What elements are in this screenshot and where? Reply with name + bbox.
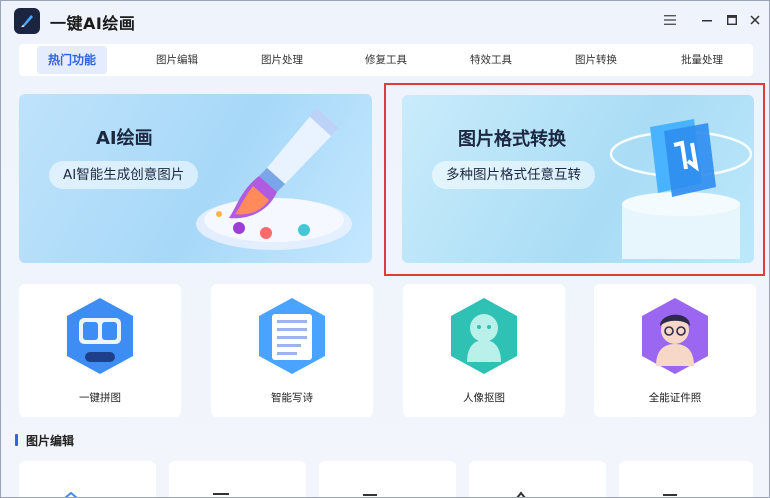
menu-icon[interactable] <box>661 11 679 29</box>
ai-drawing-banner[interactable]: AI绘画 AI智能生成创意图片 <box>19 94 372 263</box>
tab-batch-process[interactable]: 批量处理 <box>667 44 737 76</box>
feature-card-id-photo[interactable]: 全能证件照 <box>594 284 756 417</box>
feature-card-collage[interactable]: 一键拼图 <box>19 284 181 417</box>
poem-icon <box>255 296 329 376</box>
feature-label: 人像抠图 <box>463 392 505 404</box>
tab-hot-features[interactable]: 热门功能 <box>37 46 107 74</box>
tool-icon <box>516 491 526 497</box>
tab-image-edit[interactable]: 图片编辑 <box>142 44 212 76</box>
tab-effect-tools[interactable]: 特效工具 <box>456 44 526 76</box>
app-logo-icon <box>14 8 40 34</box>
tool-icon <box>663 494 677 496</box>
feature-label: 全能证件照 <box>648 392 702 404</box>
minimize-icon[interactable] <box>698 11 716 29</box>
format-banner-title: 图片格式转换 <box>458 129 566 150</box>
format-convert-icon <box>609 119 752 259</box>
portrait-cutout-icon <box>447 296 521 376</box>
section-header: 图片编辑 <box>15 433 75 448</box>
tab-repair-tools[interactable]: 修复工具 <box>351 44 421 76</box>
app-title: 一键AI绘画 <box>50 14 136 33</box>
feature-label: 一键拼图 <box>79 392 121 404</box>
tab-bar: 热门功能 图片编辑 图片处理 修复工具 特效工具 图片转换 批量处理 <box>19 44 753 76</box>
close-icon[interactable] <box>746 11 764 29</box>
format-convert-banner[interactable]: 图片格式转换 多种图片格式任意互转 <box>402 95 754 263</box>
feature-card-poem[interactable]: 智能写诗 <box>211 284 373 417</box>
tool-card[interactable] <box>619 461 753 497</box>
app-window: 一键AI绘画 热门功能 图片编辑 图片处理 修复工具 特效工具 图片转换 批量处… <box>0 0 770 498</box>
tool-icon <box>363 494 377 496</box>
collage-icon <box>63 296 137 376</box>
ai-banner-title: AI绘画 <box>96 128 153 149</box>
tool-card[interactable] <box>469 461 606 497</box>
id-photo-icon <box>638 296 712 376</box>
maximize-icon[interactable] <box>723 11 741 29</box>
section-title: 图片编辑 <box>26 433 75 448</box>
ai-banner-subtitle: AI智能生成创意图片 <box>49 161 199 189</box>
format-banner-subtitle: 多种图片格式任意互转 <box>432 161 595 189</box>
paintbrush-palette-icon <box>196 108 352 250</box>
tool-card[interactable] <box>19 461 156 497</box>
title-bar: 一键AI绘画 <box>1 1 769 39</box>
tab-image-convert[interactable]: 图片转换 <box>561 44 631 76</box>
tool-card[interactable] <box>169 461 306 497</box>
tool-icon <box>213 493 229 495</box>
section-accent-bar <box>15 434 18 446</box>
tool-card[interactable] <box>319 461 456 497</box>
feature-label: 智能写诗 <box>271 392 313 404</box>
feature-card-portrait-cutout[interactable]: 人像抠图 <box>403 284 565 417</box>
tool-icon <box>64 491 78 497</box>
tab-image-process[interactable]: 图片处理 <box>247 44 317 76</box>
